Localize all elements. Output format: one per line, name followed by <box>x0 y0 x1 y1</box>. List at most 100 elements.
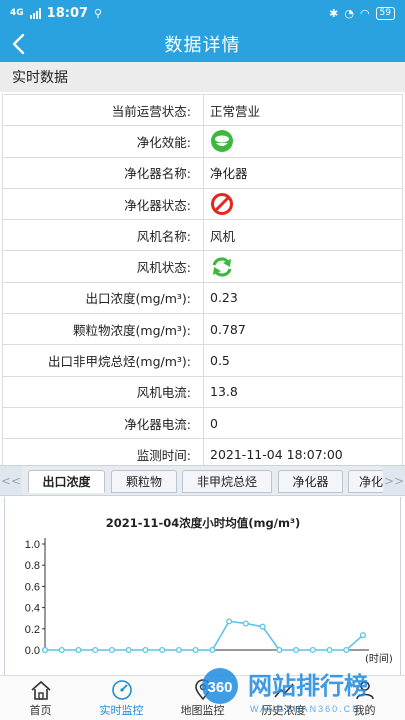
table-row: 颗粒物浓度(mg/m³): 0.787 <box>2 314 403 346</box>
row-label: 当前运营状态: <box>3 95 204 126</box>
row-value: 净化器 <box>210 166 248 182</box>
row-label: 风机状态: <box>3 251 204 282</box>
line-chart: 2021-11-04浓度小时均值(mg/m³) 1.0 0.8 0.6 0.4 0.2 0.… <box>25 516 393 665</box>
tab-next-label: >> <box>383 473 405 488</box>
table-row: 风机名称: 风机 <box>2 220 403 252</box>
data-point <box>209 646 216 654</box>
data-point <box>159 646 166 654</box>
nav-home[interactable]: 首页 <box>0 676 81 720</box>
section-header: 实时数据 <box>0 62 405 92</box>
row-label: 出口非甲烷总烃(mg/m³): <box>3 345 204 376</box>
row-label: 风机电流: <box>3 376 204 407</box>
green-face-icon <box>211 130 233 153</box>
tab-nmhc[interactable]: 非甲烷总烃 <box>182 470 272 493</box>
row-value: 风机 <box>210 228 236 244</box>
row-value: 0.787 <box>210 321 246 337</box>
data-point <box>125 646 132 654</box>
data-point <box>226 618 233 625</box>
table-row: 风机状态: <box>2 251 403 283</box>
nav-map-label: 地图监控 <box>180 704 225 717</box>
back-arrow-icon[interactable] <box>6 30 34 58</box>
x-axis-label: (时间) <box>365 652 393 665</box>
data-point <box>142 646 149 654</box>
page-title: 数据详情 <box>164 35 241 56</box>
alarm-icon: ◔ <box>344 6 354 20</box>
nav-map[interactable]: 地图监控 <box>162 676 243 720</box>
table-row: 出口浓度(mg/m³): 0.23 <box>2 282 403 315</box>
data-point <box>58 646 65 654</box>
table-row: 当前运营状态: 正常营业 <box>2 95 403 127</box>
nav-history-label: 历史浓度 <box>261 704 306 717</box>
data-point <box>326 646 333 654</box>
nav-realtime-label: 实时监控 <box>99 704 144 717</box>
data-point <box>175 646 182 654</box>
user-icon <box>355 681 374 700</box>
nav-realtime[interactable]: 实时监控 <box>81 676 162 720</box>
tab-scroll-left-button[interactable]: << <box>0 466 22 495</box>
battery-icon: 59 <box>375 6 395 20</box>
green-refresh-icon <box>212 257 232 277</box>
y-tick-label: 1.0 <box>25 539 40 551</box>
table-row: 净化效能: <box>2 126 403 158</box>
tab-outlet-concentration[interactable]: 出口浓度 <box>28 470 105 493</box>
chart-panel: 2021-11-04浓度小时均值(mg/m³) 1.0 0.8 0.6 0.4 0.2 0.… <box>4 497 401 675</box>
section-title: 实时数据 <box>12 70 68 86</box>
data-point <box>75 646 82 654</box>
tab-purifier-more[interactable]: 净化 <box>348 470 388 493</box>
home-icon <box>30 680 51 700</box>
row-label: 颗粒物浓度(mg/m³): <box>3 314 204 345</box>
data-point <box>108 646 115 654</box>
row-label: 出口浓度(mg/m³): <box>3 282 204 314</box>
row-value: 0.23 <box>210 290 238 306</box>
nav-history[interactable]: 历史浓度 <box>243 676 324 720</box>
title-bar: 数据详情 <box>0 26 405 62</box>
tab-particulate[interactable]: 颗粒物 <box>111 470 177 493</box>
data-point <box>309 646 316 654</box>
table-row: 净化器名称: 净化器 <box>2 157 403 189</box>
data-point <box>359 632 367 639</box>
data-table: 当前运营状态: 正常营业 净化效能: 净化器名称: 净化器 净化器状态: 风机名… <box>2 94 403 471</box>
row-value: 0 <box>210 415 218 431</box>
chart-tabs: << 出口浓度 颗粒物 非甲烷总烃 净化器 净化 >> <box>0 465 405 496</box>
bluetooth-icon: ✱ <box>329 6 339 20</box>
y-tick-label: 0.6 <box>25 581 40 593</box>
data-point <box>192 646 199 654</box>
data-point <box>343 646 350 654</box>
gauge-icon <box>111 680 132 700</box>
row-value: 正常营业 <box>210 103 261 119</box>
bottom-nav: 首页 实时监控 地图监控 历史浓度 我的 <box>0 675 405 720</box>
y-tick-label: 0.4 <box>25 603 40 615</box>
chart-title: 2021-11-04浓度小时均值(mg/m³) <box>106 516 301 530</box>
y-tick-label: 0.0 <box>25 645 40 657</box>
data-point <box>293 646 300 654</box>
data-point <box>242 620 249 627</box>
nav-mine-label: 我的 <box>353 704 376 717</box>
series-line <box>45 620 364 651</box>
nav-home-label: 首页 <box>29 704 52 717</box>
wifi-icon: ◠ <box>359 6 370 20</box>
y-tick-label: 0.8 <box>25 560 40 572</box>
tab-purifier[interactable]: 净化器 <box>278 470 343 493</box>
row-label: 风机名称: <box>3 220 204 251</box>
data-point <box>276 646 283 654</box>
row-label: 净化器电流: <box>3 407 204 439</box>
table-row: 净化器电流: 0 <box>2 407 403 440</box>
y-tick-label: 0.2 <box>25 624 40 636</box>
data-point <box>92 646 99 654</box>
row-value: 0.5 <box>210 353 230 369</box>
history-icon <box>273 683 294 698</box>
map-icon <box>194 679 211 701</box>
battery-level: 59 <box>379 7 391 18</box>
nav-mine[interactable]: 我的 <box>324 676 405 720</box>
tab-scroll-right-button[interactable]: >> <box>383 466 405 495</box>
row-value: 13.8 <box>210 384 238 400</box>
table-row: 出口非甲烷总烃(mg/m³): 0.5 <box>2 345 403 377</box>
table-row: 净化器状态: <box>2 188 403 221</box>
network-label: 4G <box>10 8 24 18</box>
row-label: 净化效能: <box>3 126 204 157</box>
tab-prev-label: << <box>0 473 22 488</box>
row-label: 净化器名称: <box>3 157 204 188</box>
red-prohibited-icon <box>211 193 233 216</box>
status-bar: 4G 18:07 ⚲ ✱ ◔ ◠ 59 <box>0 0 405 26</box>
table-row: 风机电流: 13.8 <box>2 376 403 408</box>
